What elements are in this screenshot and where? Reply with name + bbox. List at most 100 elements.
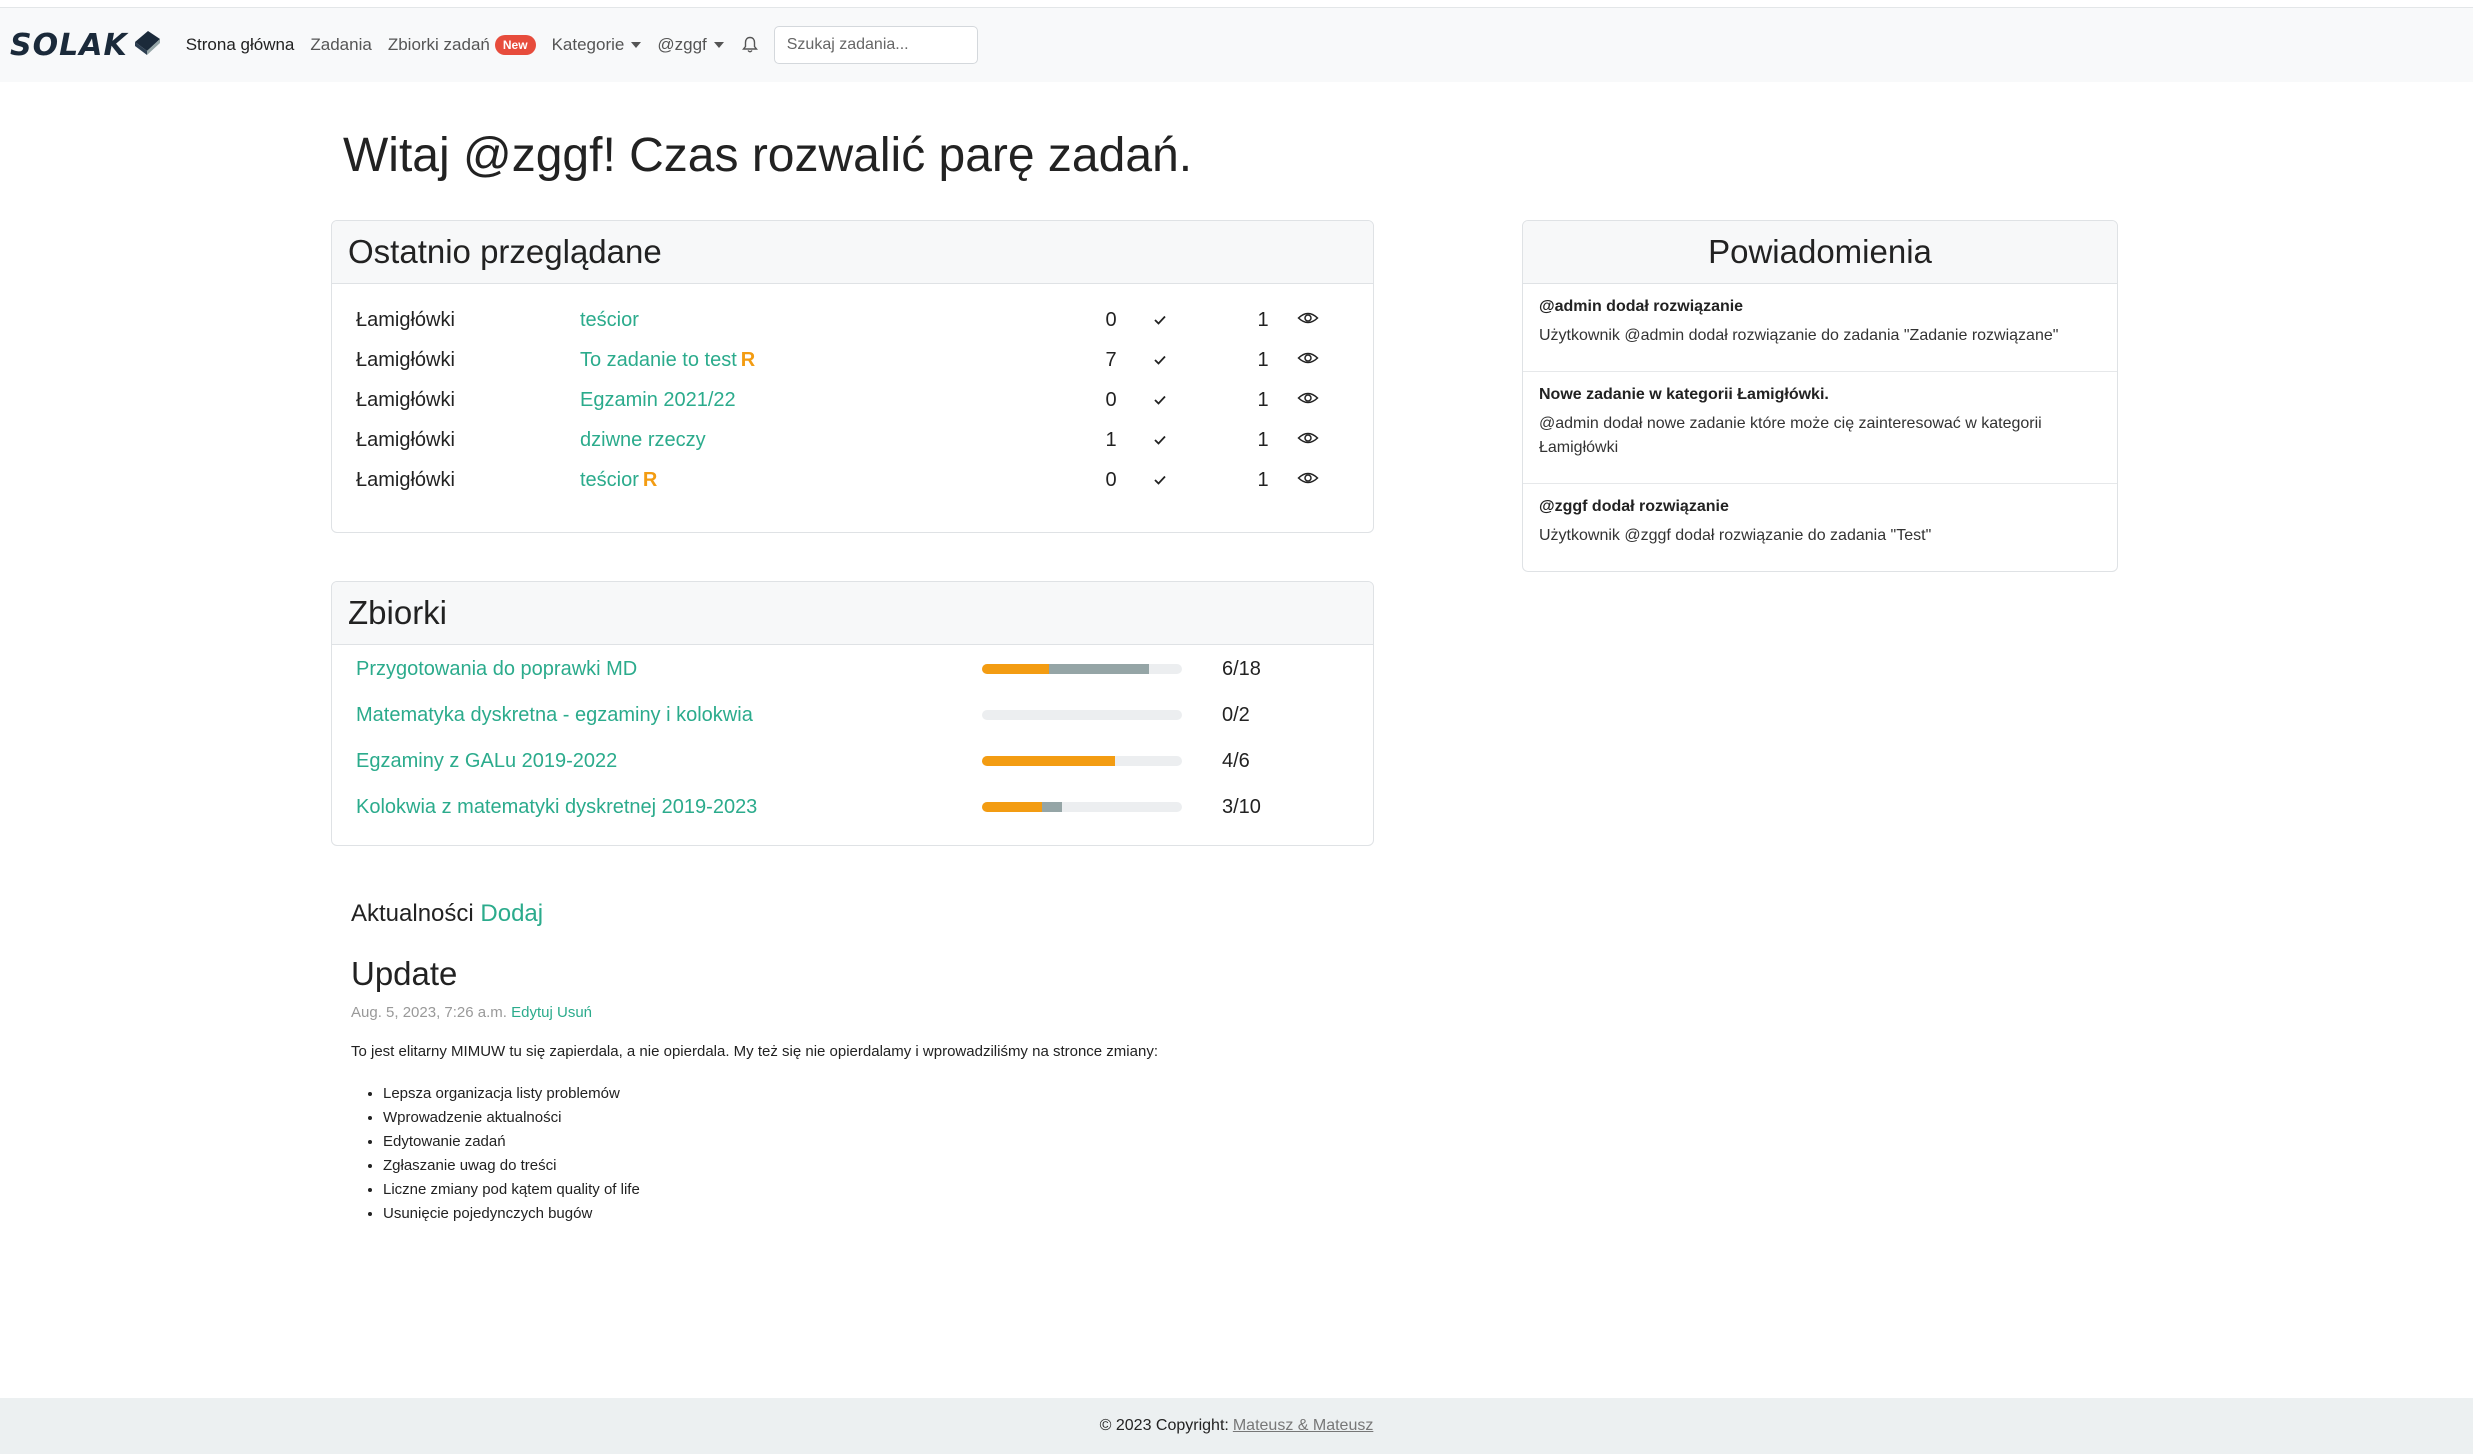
collection-row: Kolokwia z matematyki dyskretnej 2019-20… xyxy=(332,784,1373,830)
post-changes-list: Lepsza organizacja listy problemów Wprow… xyxy=(383,1082,640,1226)
solved-count: 0 xyxy=(1105,308,1117,331)
progress-count: 6/18 xyxy=(1222,657,1261,680)
notification-title: @admin dodał rozwiązanie xyxy=(1539,298,1744,315)
collection-row: Egzaminy z GALu 2019-2022 4/6 xyxy=(332,738,1373,784)
nav-tasks[interactable]: Zadania xyxy=(310,35,371,55)
recent-card: Ostatnio przeglądane Łamigłówki teścior … xyxy=(331,220,1374,533)
caret-down-icon xyxy=(713,42,724,48)
view-count: 1 xyxy=(1257,308,1269,331)
progress-bar xyxy=(982,710,1182,720)
eye-icon[interactable] xyxy=(1297,309,1319,332)
caret-down-icon xyxy=(631,42,642,48)
check-icon xyxy=(1153,389,1167,412)
task-link[interactable]: dziwne rzeczy xyxy=(580,429,710,452)
collections-header: Zbiorki xyxy=(332,582,1373,645)
collections-card: Zbiorki Przygotowania do poprawki MD 6/1… xyxy=(331,581,1374,846)
table-row: Łamigłówki teścior R 0 1 xyxy=(332,460,1373,500)
edit-post-link[interactable]: Edytuj xyxy=(511,1004,553,1021)
navbar: SOLAK Strona główna Zadania Zbiorki zada… xyxy=(0,8,2473,82)
post-title: Update xyxy=(351,955,458,992)
nav-categories-dropdown[interactable]: Kategorie xyxy=(552,35,642,55)
progress-orange xyxy=(982,756,1116,766)
check-icon xyxy=(1153,349,1167,372)
nav-categories-label: Kategorie xyxy=(551,35,625,54)
nav-user-dropdown[interactable]: @zggf xyxy=(657,35,724,55)
top-strip xyxy=(0,0,2473,8)
add-news-link[interactable]: Dodaj xyxy=(480,900,543,927)
progress-count: 0/2 xyxy=(1222,703,1250,726)
task-link[interactable]: To zadanie to test R xyxy=(580,349,755,372)
task-title: teścior xyxy=(580,468,639,491)
task-title: dziwne rzeczy xyxy=(580,428,706,451)
collection-link[interactable]: Przygotowania do poprawki MD xyxy=(356,658,637,681)
notification-body: @admin dodał nowe zadanie które może cię… xyxy=(1539,415,2042,456)
progress-bar xyxy=(982,802,1182,812)
eye-icon[interactable] xyxy=(1297,389,1319,412)
table-row: Łamigłówki teścior 0 1 xyxy=(332,300,1373,340)
table-row: Łamigłówki dziwne rzeczy 1 1 xyxy=(332,420,1373,460)
list-item: Liczne zmiany pod kątem quality of life xyxy=(383,1178,640,1202)
search-input[interactable] xyxy=(773,26,978,64)
solved-count: 1 xyxy=(1105,428,1117,451)
collection-link[interactable]: Egzaminy z GALu 2019-2022 xyxy=(356,750,617,773)
footer-copyright: © 2023 Copyright: xyxy=(1099,1417,1229,1434)
collection-row: Matematyka dyskretna - egzaminy i kolokw… xyxy=(332,692,1373,738)
notifications-header: Powiadomienia xyxy=(1523,221,2117,284)
progress-orange xyxy=(982,802,1042,812)
progress-gray xyxy=(1042,802,1062,812)
progress-bar xyxy=(982,664,1182,674)
book-icon xyxy=(132,28,162,63)
check-icon xyxy=(1153,429,1167,452)
nav-collections-label: Zbiorki zadań xyxy=(387,35,490,54)
collection-row: Przygotowania do poprawki MD 6/18 xyxy=(332,646,1373,692)
task-title: To zadanie to test xyxy=(580,348,737,371)
collection-link[interactable]: Kolokwia z matematyki dyskretnej 2019-20… xyxy=(356,796,757,819)
eye-icon[interactable] xyxy=(1297,469,1319,492)
notification-item[interactable]: Nowe zadanie w kategorii Łamigłówki. @ad… xyxy=(1523,372,2117,484)
view-count: 1 xyxy=(1257,348,1269,371)
eye-icon[interactable] xyxy=(1297,349,1319,372)
notification-title: @zggf dodał rozwiązanie xyxy=(1539,498,1729,515)
task-title: teścior xyxy=(580,308,639,331)
notification-item[interactable]: @admin dodał rozwiązanie Użytkownik @adm… xyxy=(1523,284,2117,372)
footer: © 2023 Copyright: Mateusz & Mateusz xyxy=(0,1398,2473,1454)
nav-home[interactable]: Strona główna xyxy=(186,35,295,55)
task-link[interactable]: teścior xyxy=(580,309,643,332)
notification-body: Użytkownik @zggf dodał rozwiązanie do za… xyxy=(1539,527,1932,544)
table-row: Łamigłówki To zadanie to test R 7 1 xyxy=(332,340,1373,380)
view-count: 1 xyxy=(1257,388,1269,411)
list-item: Usunięcie pojedynczych bugów xyxy=(383,1202,640,1226)
task-title: Egzamin 2021/22 xyxy=(580,388,736,411)
brand-text: SOLAK xyxy=(10,27,128,63)
task-link[interactable]: Egzamin 2021/22 xyxy=(580,389,740,412)
list-item: Lepsza organizacja listy problemów xyxy=(383,1082,640,1106)
category-label: Łamigłówki xyxy=(356,468,455,491)
list-item: Edytowanie zadań xyxy=(383,1130,640,1154)
bell-icon[interactable] xyxy=(741,36,758,54)
delete-post-link[interactable]: Usuń xyxy=(557,1004,592,1021)
footer-authors-link[interactable]: Mateusz & Mateusz xyxy=(1233,1417,1374,1435)
news-label: Aktualności xyxy=(351,900,474,927)
check-icon xyxy=(1153,309,1167,332)
new-badge: New xyxy=(494,35,536,55)
r-marker: R xyxy=(740,348,756,371)
notification-item[interactable]: @zggf dodał rozwiązanie Użytkownik @zggf… xyxy=(1523,484,2117,571)
solved-count: 7 xyxy=(1105,348,1117,371)
brand-logo[interactable]: SOLAK xyxy=(10,28,162,63)
category-label: Łamigłówki xyxy=(356,388,455,411)
eye-icon[interactable] xyxy=(1297,429,1319,452)
nav-collections[interactable]: Zbiorki zadań New xyxy=(388,35,536,55)
page-title: Witaj @zggf! Czas rozwalić parę zadań. xyxy=(343,129,1193,182)
progress-orange xyxy=(982,664,1049,674)
post-date: Aug. 5, 2023, 7:26 a.m. xyxy=(351,1004,507,1021)
category-label: Łamigłówki xyxy=(356,308,455,331)
task-link[interactable]: teścior R xyxy=(580,469,657,492)
collection-link[interactable]: Matematyka dyskretna - egzaminy i kolokw… xyxy=(356,704,753,727)
solved-count: 0 xyxy=(1105,468,1117,491)
progress-count: 3/10 xyxy=(1222,795,1261,818)
table-row: Łamigłówki Egzamin 2021/22 0 1 xyxy=(332,380,1373,420)
category-label: Łamigłówki xyxy=(356,348,455,371)
category-label: Łamigłówki xyxy=(356,428,455,451)
progress-count: 4/6 xyxy=(1222,749,1250,772)
post-meta: Aug. 5, 2023, 7:26 a.m. Edytuj Usuń xyxy=(351,1004,592,1021)
